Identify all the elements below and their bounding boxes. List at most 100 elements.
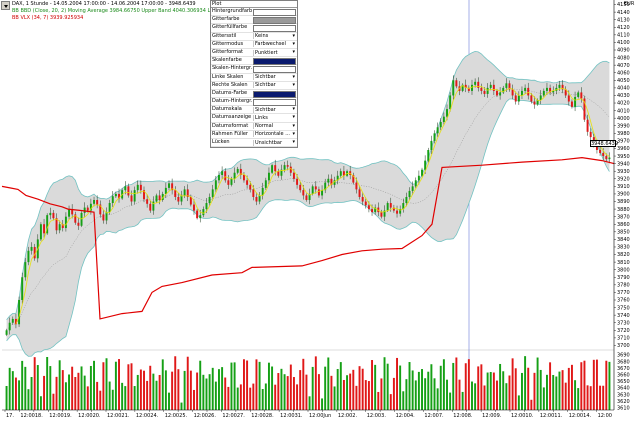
candle-body xyxy=(236,168,239,173)
candle-body xyxy=(267,172,270,181)
property-color-swatch[interactable] xyxy=(253,25,296,33)
property-color-swatch[interactable] xyxy=(253,17,296,25)
volume-bar xyxy=(280,368,283,410)
candle-body xyxy=(164,187,167,194)
property-row[interactable]: Rahmen Füller Horizontale ... ▾ xyxy=(211,131,297,139)
property-color-swatch[interactable] xyxy=(253,9,296,16)
date-tick-label: 12:00 xyxy=(482,413,496,419)
property-value[interactable]: Keins xyxy=(253,33,296,40)
date-tick-label: 11. xyxy=(554,413,562,419)
property-row[interactable]: Hintergrundfarbe xyxy=(211,8,297,17)
volume-tick-label: 3670 xyxy=(617,366,630,372)
date-tick-label: 18. xyxy=(35,413,43,419)
property-value[interactable]: Sichtbar xyxy=(253,82,296,89)
price-tick-label: 4140 xyxy=(617,10,630,16)
chevron-down-icon[interactable]: ▾ xyxy=(292,106,295,113)
property-row[interactable]: Datumsanzeige Links ▾ xyxy=(211,114,297,123)
property-row[interactable]: Datum-Hintergr... xyxy=(211,98,297,107)
volume-bar xyxy=(549,362,552,410)
candle-body xyxy=(255,196,258,202)
candle-body xyxy=(421,169,423,176)
property-color-swatch[interactable] xyxy=(253,99,296,107)
volume-bar xyxy=(236,387,239,410)
chevron-down-icon[interactable]: ▾ xyxy=(292,49,295,56)
property-value[interactable]: Sichtbar xyxy=(253,74,296,81)
volume-bar xyxy=(511,358,514,410)
chevron-down-icon[interactable]: ▾ xyxy=(292,139,295,146)
properties-dropdown[interactable]: Plot xyxy=(211,1,297,8)
volume-bar xyxy=(430,364,433,410)
date-tick-label: 28. xyxy=(266,413,274,419)
chevron-down-icon[interactable]: ▾ xyxy=(292,33,295,40)
volume-bar xyxy=(561,370,564,410)
chevron-down-icon[interactable]: ▾ xyxy=(292,131,295,138)
property-row[interactable]: Gittersstil Keins ▾ xyxy=(211,33,297,41)
chart-menu-button[interactable] xyxy=(1,1,10,10)
candle-body xyxy=(474,81,477,85)
property-value[interactable]: Sichtbar xyxy=(253,106,296,113)
candle-body xyxy=(311,186,314,194)
chevron-down-icon[interactable]: ▾ xyxy=(292,114,295,121)
volume-bar xyxy=(321,398,324,410)
volume-bar xyxy=(577,388,580,410)
property-value[interactable]: Horizontale ... xyxy=(253,131,296,138)
property-label: Skalen-Hintergr... xyxy=(212,65,252,72)
property-row[interactable]: Rechte Skalen Sichtbar ▾ xyxy=(211,82,297,90)
property-row[interactable]: Gitterfarbe xyxy=(211,16,297,25)
property-row[interactable]: Datumskala Sichtbar ▾ xyxy=(211,106,297,115)
property-value[interactable]: Normal xyxy=(253,123,296,130)
volume-bar xyxy=(349,373,352,410)
chevron-down-icon[interactable]: ▾ xyxy=(292,147,295,148)
property-color-swatch[interactable] xyxy=(253,66,296,74)
chevron-down-icon[interactable]: ▾ xyxy=(292,74,295,81)
property-row[interactable]: Datumsformat Normal ▾ xyxy=(211,123,297,131)
candle-body xyxy=(358,189,361,197)
property-row[interactable]: Skalenfarbe xyxy=(211,57,297,66)
candle-body xyxy=(452,80,455,96)
property-row[interactable]: Skalen-Hintergr... xyxy=(211,65,297,74)
property-value[interactable]: Unsichtbar xyxy=(253,139,296,146)
property-value[interactable]: Punktiert xyxy=(253,49,296,56)
property-row[interactable]: Gittermodus Farbwechsel ▾ xyxy=(211,41,297,49)
volume-bar xyxy=(524,356,527,410)
price-tick-label: 3810 xyxy=(617,260,630,266)
candle-body xyxy=(133,190,136,202)
property-row[interactable]: Gitterfüllfarbe xyxy=(211,24,297,33)
property-row[interactable]: Datums-Farbe xyxy=(211,90,297,99)
volume-bar xyxy=(255,359,258,410)
candle-body xyxy=(430,140,433,150)
price-tick-label: 3840 xyxy=(617,237,630,243)
chevron-down-icon[interactable]: ▾ xyxy=(292,123,295,130)
property-row[interactable]: LegendeSichtbar▾ xyxy=(211,147,297,148)
candle-body xyxy=(405,196,408,204)
volume-bar xyxy=(124,386,127,410)
property-row[interactable]: Lücken Unsichtbar ▾ xyxy=(211,139,297,147)
chevron-down-icon[interactable]: ▾ xyxy=(292,41,295,48)
volume-bar xyxy=(542,387,545,410)
volume-bar xyxy=(296,384,299,410)
volume-bar xyxy=(517,395,520,410)
price-tick-label: 3890 xyxy=(617,199,630,205)
volume-bar xyxy=(536,357,539,410)
volume-bar xyxy=(71,366,74,410)
candle-body xyxy=(58,224,61,231)
volume-tick-label: 3690 xyxy=(617,353,630,359)
candle-body xyxy=(246,180,249,185)
property-row[interactable]: Linke Skalen Sichtbar ▾ xyxy=(211,74,297,82)
candle-body xyxy=(24,262,27,278)
volume-bar xyxy=(180,402,183,410)
property-color-swatch[interactable] xyxy=(253,58,296,66)
volume-bar xyxy=(227,386,230,410)
candle-body xyxy=(136,184,139,191)
price-chart[interactable]: 4150414041304120411041004090408040704060… xyxy=(0,0,640,425)
date-tick-label: 12:00 xyxy=(78,413,92,419)
properties-panel[interactable]: Plot Hintergrundfarbe Gitterfarbe Gitterfü… xyxy=(210,0,298,148)
property-row[interactable]: Gitterformat Punktiert ▾ xyxy=(211,49,297,58)
property-value[interactable]: Farbwechsel xyxy=(253,41,296,48)
property-color-swatch[interactable] xyxy=(253,90,296,98)
price-tick-label: 3750 xyxy=(617,305,630,311)
chevron-down-icon[interactable]: ▾ xyxy=(292,82,295,89)
property-value[interactable]: Links xyxy=(253,115,296,122)
volume-bar xyxy=(317,374,320,410)
price-tick-label: 4010 xyxy=(617,108,630,114)
